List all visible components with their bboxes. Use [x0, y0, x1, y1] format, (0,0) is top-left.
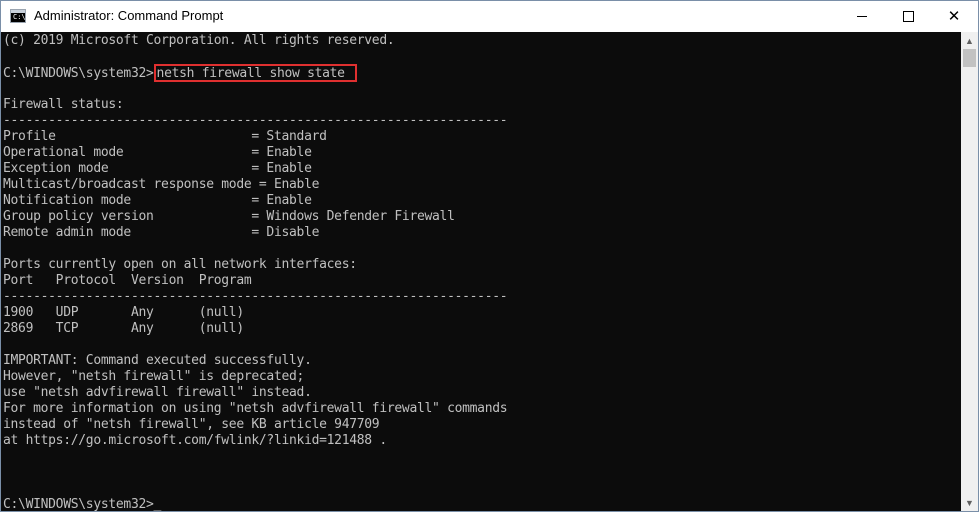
window-title: Administrator: Command Prompt [34, 8, 224, 23]
console-line: C:\WINDOWS\system32>_ [3, 497, 507, 511]
console-line: 1900 UDP Any (null) [3, 305, 244, 320]
console-line: Operational mode = Enable [3, 145, 312, 160]
scroll-down-button[interactable]: ▼ [961, 494, 978, 511]
scroll-thumb[interactable] [963, 49, 976, 67]
scroll-up-arrow-icon: ▲ [965, 35, 974, 46]
console-line: Multicast/broadcast response mode = Enab… [3, 177, 320, 192]
scroll-up-button[interactable]: ▲ [961, 32, 978, 49]
prompt: C:\WINDOWS\system32> [3, 497, 154, 511]
console-text: (c) 2019 Microsoft Corporation. All righ… [3, 33, 508, 511]
scroll-down-arrow-icon: ▼ [965, 497, 974, 508]
close-icon: ✕ [947, 8, 961, 25]
console-line: Remote admin mode = Disable [3, 225, 320, 240]
console-line: Firewall status: [3, 97, 124, 112]
title-bar[interactable]: C:\. Administrator: Command Prompt ✕ [1, 1, 978, 32]
close-button[interactable]: ✕ [931, 1, 977, 32]
console-line: Notification mode = Enable [3, 193, 312, 208]
command-line: C:\WINDOWS\system32> netsh firewall show … [3, 64, 507, 82]
console-line: Group policy version = Windows Defender … [3, 209, 455, 224]
command-prompt-window: C:\. Administrator: Command Prompt ✕ (c)… [0, 0, 979, 512]
console-line: at https://go.microsoft.com/fwlink/?link… [3, 433, 387, 448]
app-icon-label: C:\. [13, 13, 30, 21]
console-line: Ports currently open on all network inte… [3, 257, 357, 272]
console-line: IMPORTANT: Command executed successfully… [3, 353, 312, 368]
console-line: For more information on using "netsh adv… [3, 401, 508, 416]
console-line: However, "netsh firewall" is deprecated; [3, 369, 305, 384]
minimize-button[interactable] [839, 1, 885, 32]
console-line: ----------------------------------------… [3, 289, 508, 304]
console-line: ----------------------------------------… [3, 113, 508, 128]
console-output[interactable]: (c) 2019 Microsoft Corporation. All righ… [1, 32, 961, 511]
console-line: 2869 TCP Any (null) [3, 321, 244, 336]
console-line: Exception mode = Enable [3, 161, 312, 176]
cmd-app-icon[interactable]: C:\. [10, 9, 30, 23]
console-line: Profile = Standard [3, 129, 327, 144]
maximize-button[interactable] [885, 1, 931, 32]
highlighted-command: netsh firewall show state [153, 64, 357, 82]
text-cursor: _ [153, 497, 162, 511]
maximize-icon [902, 11, 914, 22]
console-line: use "netsh advfirewall firewall" instead… [3, 385, 312, 400]
console-line: (c) 2019 Microsoft Corporation. All righ… [3, 33, 395, 48]
console-line: instead of "netsh firewall", see KB arti… [3, 417, 380, 432]
console-line: Port Protocol Version Program [3, 273, 252, 288]
prompt: C:\WINDOWS\system32> [3, 66, 154, 81]
vertical-scrollbar[interactable]: ▲ ▼ [961, 32, 978, 511]
minimize-icon [857, 16, 867, 17]
